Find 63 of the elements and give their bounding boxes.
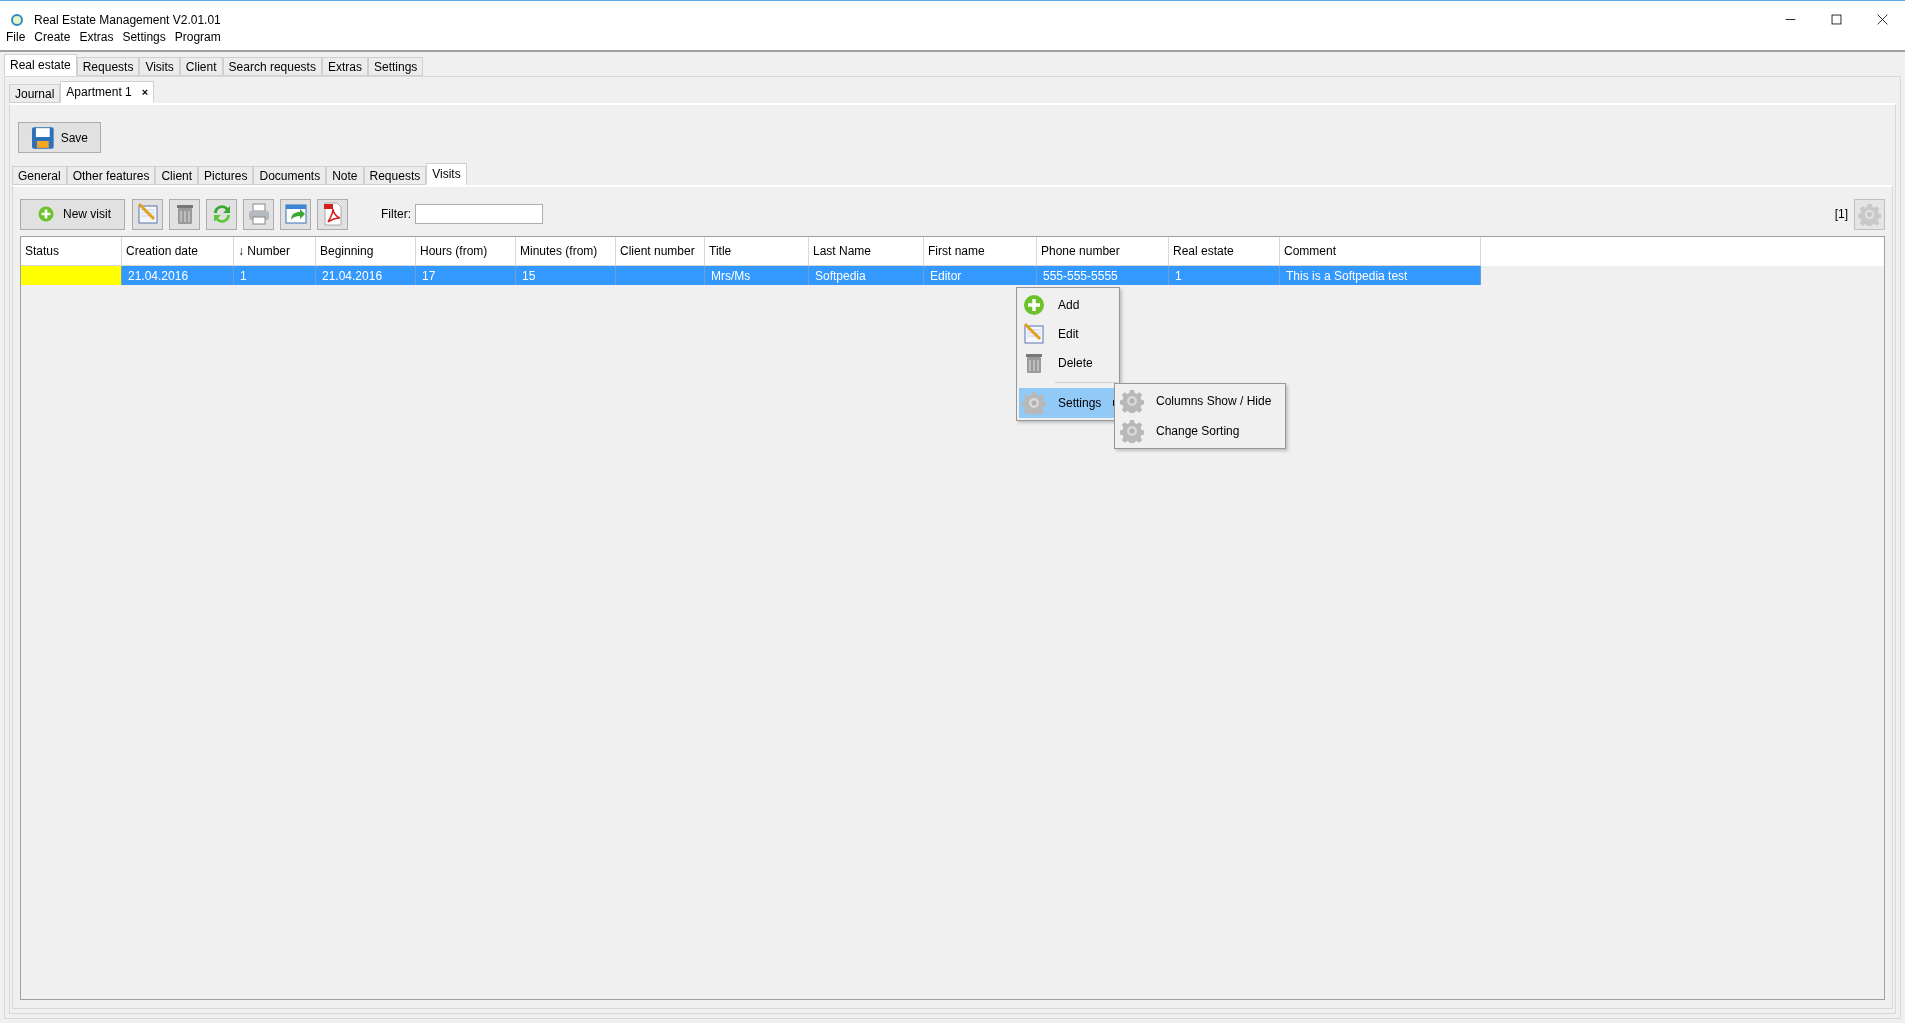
printer-icon [246, 202, 271, 226]
delete-button[interactable] [169, 198, 200, 230]
menu-item[interactable]: Settings [1019, 388, 1117, 418]
menu-item[interactable]: File [6, 28, 26, 46]
detail-tab[interactable]: Requests [363, 166, 427, 185]
plus-icon [1022, 292, 1046, 317]
detail-tab[interactable]: Other features [66, 166, 156, 185]
main-tab[interactable]: Requests [76, 57, 140, 76]
export-button[interactable] [280, 198, 311, 230]
detail-tab[interactable]: Client [155, 166, 199, 185]
menu-item[interactable]: Add [1019, 290, 1117, 319]
main-tab[interactable]: Visits [139, 57, 180, 76]
window-title: Real Estate Management V2.01.01 [34, 11, 221, 29]
table-cell: Editor [924, 266, 1037, 285]
main-tab[interactable]: Settings [367, 57, 424, 76]
detail-tab[interactable]: Pictures [198, 166, 254, 185]
menu-item[interactable]: Edit [1019, 319, 1117, 348]
gear-icon [1022, 391, 1046, 415]
table-cell: 21.04.2016 [316, 266, 416, 285]
detail-tab[interactable]: General [12, 166, 67, 185]
save-button[interactable]: Save [18, 122, 101, 153]
close-tab-button[interactable]: × [141, 83, 149, 101]
notepad-pencil-icon [1022, 321, 1046, 346]
refresh-button[interactable] [206, 198, 237, 230]
main-tab[interactable]: Client [179, 57, 223, 76]
table-cell: 555-555-5555 [1037, 266, 1169, 285]
menu-item[interactable]: Program [174, 28, 221, 46]
pdf-button[interactable] [317, 198, 348, 230]
menu-item[interactable]: Change Sorting [1117, 416, 1283, 446]
detail-tab[interactable]: Note [326, 166, 364, 185]
notepad-pencil-icon [135, 202, 160, 226]
table-cell: Softpedia [809, 266, 924, 285]
table-cell: 17 [416, 266, 516, 285]
menu-item[interactable]: Delete [1019, 348, 1117, 377]
maximize-icon[interactable] [1829, 13, 1843, 26]
new-visit-button[interactable]: New visit [20, 198, 125, 230]
table-cell: 15 [516, 266, 616, 285]
main-tab[interactable]: Real estate [4, 54, 77, 76]
filter-label: Filter: [381, 206, 411, 223]
table-cell: 1 [1169, 266, 1280, 285]
table-cell: 1 [234, 266, 316, 285]
gear-icon [1120, 419, 1144, 443]
document-tab[interactable]: Apartment 1 [66, 83, 132, 101]
close-icon[interactable] [1875, 13, 1889, 26]
record-count: [1] [1834, 206, 1848, 223]
table-cell: 21.04.2016 [122, 266, 234, 285]
menu-item[interactable]: Extras [79, 28, 114, 46]
menu-item[interactable]: Create [34, 28, 71, 46]
edit-button[interactable] [132, 198, 163, 230]
menu-item[interactable]: Settings [122, 28, 166, 46]
print-button[interactable] [243, 198, 274, 230]
menu-item[interactable]: Columns Show / Hide [1117, 386, 1283, 416]
app-logo-icon [11, 13, 23, 26]
main-tab[interactable]: Search requests [222, 57, 322, 76]
filter-field[interactable] [415, 204, 543, 224]
detail-tab[interactable]: Visits [426, 163, 467, 185]
plus-icon [37, 205, 55, 223]
main-tab[interactable]: Extras [321, 57, 368, 76]
gear-icon [1120, 389, 1144, 413]
table-cell: Mrs/Ms [705, 266, 809, 285]
table-cell: This is a Softpedia test [1280, 266, 1481, 285]
document-tab[interactable]: Journal [9, 84, 61, 103]
detail-tab[interactable]: Documents [253, 166, 327, 185]
